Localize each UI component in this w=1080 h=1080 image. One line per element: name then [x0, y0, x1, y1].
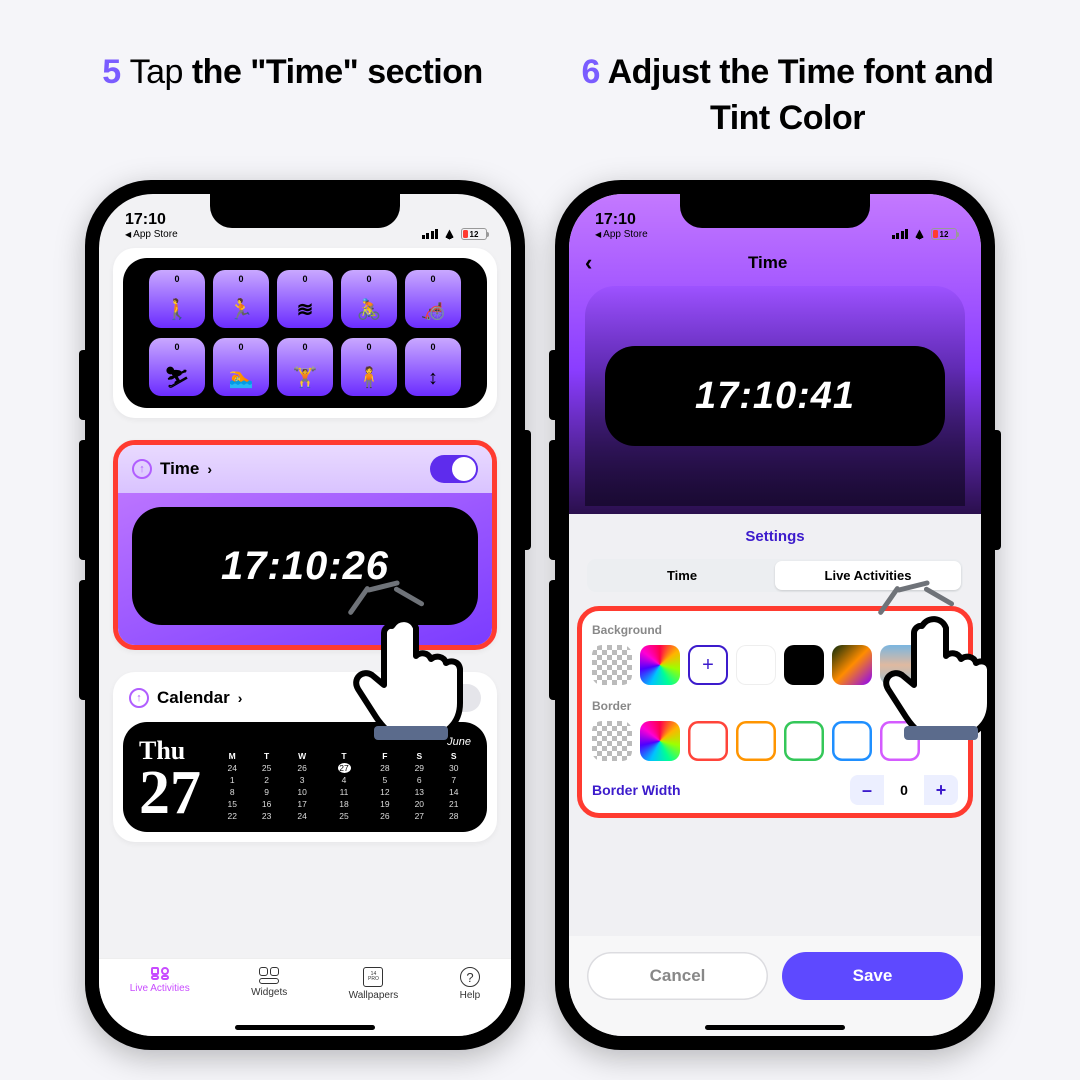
- activity-tile[interactable]: 0🚶: [149, 270, 205, 328]
- back-to-appstore[interactable]: App Store: [595, 230, 648, 240]
- calendar-toggle[interactable]: [433, 684, 481, 712]
- appearance-options: Background + Border: [577, 606, 973, 818]
- activity-tile[interactable]: 0🦽: [405, 270, 461, 328]
- page-title: Time: [570, 253, 965, 273]
- chevron-right-icon: ›: [238, 690, 243, 706]
- wifi-icon: [442, 229, 457, 240]
- step-5-caption: 5 Tap the "Time" section: [60, 50, 525, 142]
- segmented-control[interactable]: Time Live Activities: [587, 559, 963, 592]
- step-6-caption: 6 Adjust the Time font and Tint Color: [555, 50, 1020, 142]
- time-preview-slot: 17:10:41: [585, 286, 965, 506]
- swatch-transparent[interactable]: [592, 645, 632, 685]
- border-swatches: [592, 721, 958, 761]
- swatch-image-1[interactable]: [832, 645, 872, 685]
- battery-icon: 12: [931, 228, 957, 240]
- notch: [210, 194, 400, 228]
- swatch-color-picker[interactable]: [640, 721, 680, 761]
- swatch-purple-border[interactable]: [880, 721, 920, 761]
- nav-bar: ‹ Time: [569, 250, 981, 276]
- background-label: Background: [592, 623, 958, 637]
- status-time: 17:10: [125, 212, 178, 228]
- back-to-appstore[interactable]: App Store: [125, 230, 178, 240]
- swatch-image-2[interactable]: [880, 645, 920, 685]
- time-section-card[interactable]: ↑ Time › 17:10:26: [113, 440, 497, 650]
- border-label: Border: [592, 699, 958, 713]
- swatch-red-border[interactable]: [688, 721, 728, 761]
- action-bar: Cancel Save: [569, 936, 981, 1036]
- background-swatches: +: [592, 645, 958, 685]
- swatch-orange-border[interactable]: [736, 721, 776, 761]
- swatch-white[interactable]: [736, 645, 776, 685]
- activity-widget-card[interactable]: 0🚶0🏃0≋0🚴0🦽 0⛷0🏊0🏋0🧍0↕: [113, 248, 497, 418]
- home-indicator[interactable]: [235, 1025, 375, 1030]
- calendar-date: Thu 27: [139, 736, 201, 822]
- settings-heading: Settings: [583, 514, 967, 559]
- save-button[interactable]: Save: [782, 952, 963, 1000]
- notch: [680, 194, 870, 228]
- segment-time[interactable]: Time: [589, 561, 775, 590]
- border-width-plus[interactable]: +: [924, 775, 958, 805]
- activity-tile[interactable]: 0🚴: [341, 270, 397, 328]
- swatch-transparent[interactable]: [592, 721, 632, 761]
- wifi-icon: [912, 229, 927, 240]
- cancel-button[interactable]: Cancel: [587, 952, 768, 1000]
- signal-icon: [422, 229, 439, 239]
- battery-icon: 12: [461, 228, 487, 240]
- calendar-section-card[interactable]: ↑ Calendar › Thu 27 June MTWTFSS24252627…: [113, 672, 497, 842]
- signal-icon: [892, 229, 909, 239]
- activity-tile[interactable]: 0🏋: [277, 338, 333, 396]
- up-arrow-icon: ↑: [132, 459, 152, 479]
- mini-calendar: June MTWTFSS2425262728293012345678910111…: [215, 736, 471, 822]
- chevron-right-icon: ›: [207, 461, 212, 477]
- status-time: 17:10: [595, 212, 648, 228]
- time-section-title: Time: [160, 459, 199, 479]
- calendar-section-title: Calendar: [157, 688, 230, 708]
- border-width-row: Border Width – 0 +: [592, 775, 958, 805]
- border-width-minus[interactable]: –: [850, 775, 884, 805]
- swatch-color-picker[interactable]: [640, 645, 680, 685]
- time-toggle[interactable]: [430, 455, 478, 483]
- activity-tile[interactable]: 0⛷: [149, 338, 205, 396]
- tab-wallpapers[interactable]: 14PRO Wallpapers: [349, 967, 399, 1001]
- time-preview: 17:10:41: [605, 346, 945, 446]
- swatch-black[interactable]: [784, 645, 824, 685]
- up-arrow-icon: ↑: [129, 688, 149, 708]
- tab-help[interactable]: ? Help: [460, 967, 481, 1001]
- activity-tile[interactable]: 0🏃: [213, 270, 269, 328]
- border-width-value: 0: [884, 782, 924, 798]
- swatch-green-border[interactable]: [784, 721, 824, 761]
- tab-widgets[interactable]: Widgets: [251, 967, 287, 998]
- activity-tile[interactable]: 0≋: [277, 270, 333, 328]
- phone-right: 17:10 App Store 12 ‹ Time 17:10:41: [555, 180, 995, 1050]
- tab-live-activities[interactable]: Live Activities: [130, 967, 190, 994]
- activity-tile[interactable]: 0🧍: [341, 338, 397, 396]
- swatch-blue-border[interactable]: [832, 721, 872, 761]
- activity-tile[interactable]: 0🏊: [213, 338, 269, 396]
- swatch-add[interactable]: +: [688, 645, 728, 685]
- time-preview: 17:10:26: [132, 507, 478, 625]
- phone-left: 17:10 App Store 12 0🚶0🏃0≋0🚴0🦽 0⛷0🏊0🏋0🧍0↕: [85, 180, 525, 1050]
- activity-tile[interactable]: 0↕: [405, 338, 461, 396]
- segment-live-activities[interactable]: Live Activities: [775, 561, 961, 590]
- home-indicator[interactable]: [705, 1025, 845, 1030]
